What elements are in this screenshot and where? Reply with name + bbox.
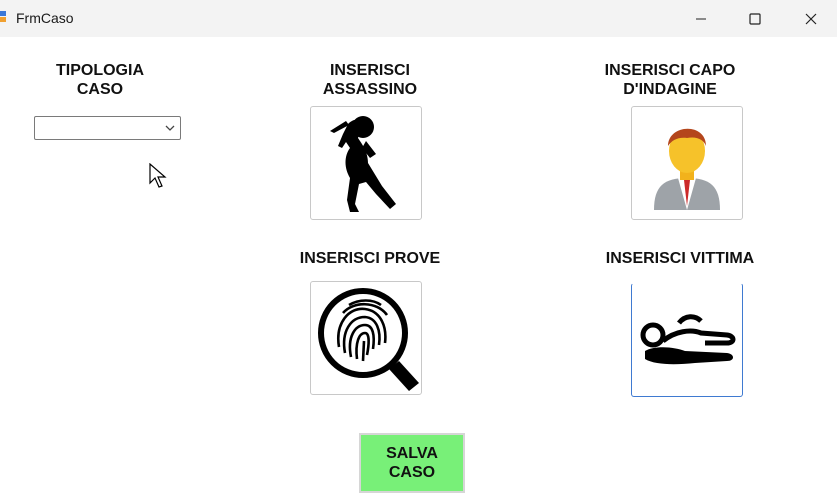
frmcaso-window: FrmCaso TIPOLOGIA CASO INSERISCI ASSASSI… <box>0 0 837 503</box>
inserisci-capo-label: INSERISCI CAPO D'INDAGINE <box>604 62 736 98</box>
app-icon <box>0 11 6 22</box>
chevron-down-icon <box>165 125 175 131</box>
minimize-button[interactable] <box>673 0 729 37</box>
salva-caso-button[interactable]: SALVA CASO <box>359 433 465 493</box>
inserisci-prove-button[interactable] <box>310 281 422 395</box>
close-icon <box>805 13 817 24</box>
window-title: FrmCaso <box>16 10 74 26</box>
inserisci-assassino-label: INSERISCI ASSASSINO <box>322 62 418 98</box>
knife-attacker-icon <box>330 116 396 212</box>
businessman-icon <box>654 128 720 210</box>
title-bar: FrmCaso <box>0 0 837 37</box>
fingerprint-magnifier-icon <box>318 288 419 391</box>
maximize-button[interactable] <box>727 0 783 37</box>
inserisci-assassino-button[interactable] <box>310 106 422 220</box>
inserisci-vittima-label: INSERISCI VITTIMA <box>605 250 755 267</box>
tipologia-caso-combobox[interactable] <box>34 116 181 140</box>
body-outline-icon <box>640 314 736 365</box>
inserisci-prove-label: INSERISCI PROVE <box>299 250 441 267</box>
inserisci-vittima-button[interactable] <box>631 283 743 397</box>
mouse-cursor-icon <box>149 163 167 188</box>
minimize-icon <box>696 18 706 19</box>
inserisci-capo-button[interactable] <box>631 106 743 220</box>
close-button[interactable] <box>783 0 837 37</box>
tipologia-caso-label: TIPOLOGIA CASO <box>56 62 144 98</box>
maximize-icon <box>749 12 761 25</box>
